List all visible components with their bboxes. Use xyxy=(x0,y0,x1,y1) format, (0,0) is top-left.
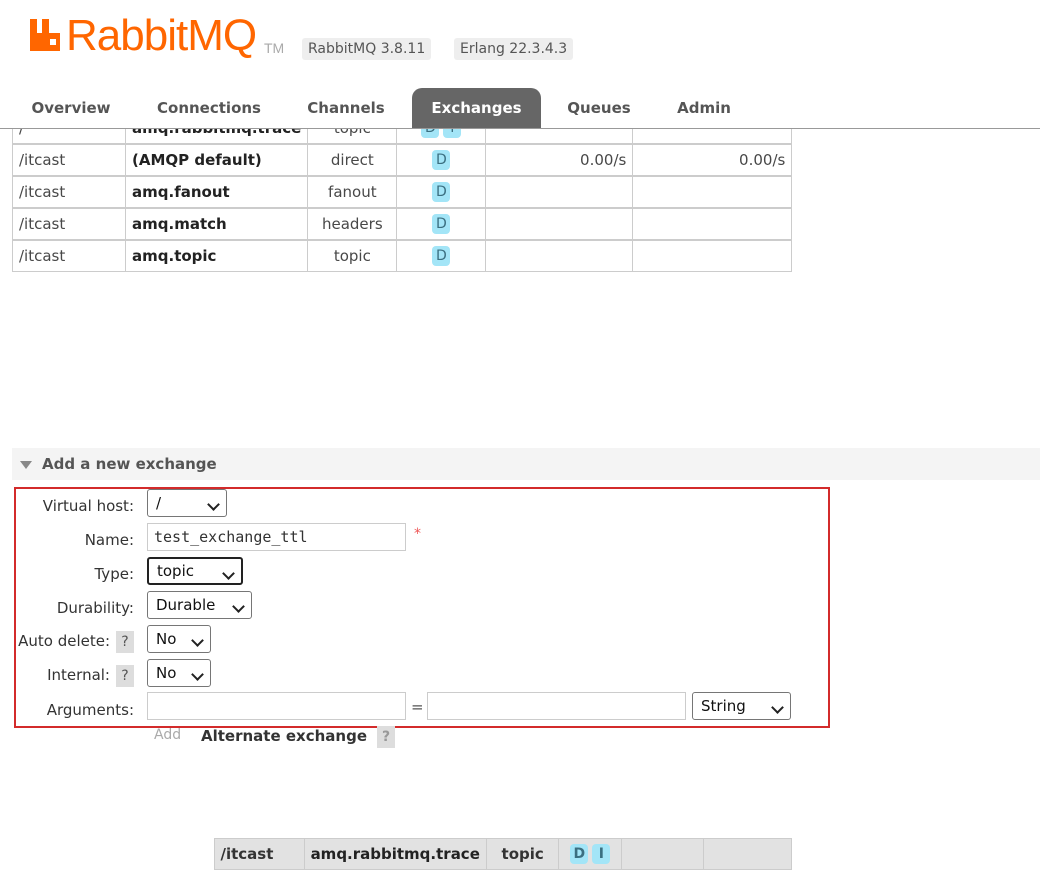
vhost-cell: /itcast xyxy=(12,208,126,240)
vhost-cell: /itcast xyxy=(213,838,305,870)
name-label: Name: xyxy=(84,531,134,549)
alternate-exchange-help-button[interactable]: ? xyxy=(377,726,395,748)
type-select[interactable]: topic xyxy=(147,557,243,585)
internal-select[interactable]: No xyxy=(147,659,211,687)
exchange-name-link[interactable]: amq.topic xyxy=(124,240,309,272)
internal-badge: I xyxy=(592,844,611,864)
type-cell: direct xyxy=(307,144,398,176)
durable-badge: D xyxy=(570,844,589,864)
rabbitmq-logo-icon xyxy=(30,19,60,51)
exchange-name-link[interactable]: (AMQP default) xyxy=(124,144,309,176)
virtual-host-label: Virtual host: xyxy=(42,497,134,515)
durable-badge: D xyxy=(432,182,451,202)
add-argument-link[interactable]: Add xyxy=(154,727,181,743)
main-tabs: Overview Connections Channels Exchanges … xyxy=(0,88,1040,129)
durable-badge: D xyxy=(432,214,451,234)
vhost-cell: /itcast xyxy=(12,176,126,208)
rate-out-cell xyxy=(632,176,793,208)
rate-out-cell: 0.00/s xyxy=(632,144,793,176)
internal-help-button[interactable]: ? xyxy=(116,665,134,687)
durable-badge: D xyxy=(432,150,451,170)
exchange-name-link[interactable]: amq.match xyxy=(124,208,309,240)
chevron-down-icon xyxy=(771,701,784,714)
rate-in-cell: 0.00/s xyxy=(485,144,634,176)
chevron-down-icon xyxy=(191,668,204,681)
features-cell: D xyxy=(396,208,487,240)
collapse-triangle-icon xyxy=(20,460,32,469)
internal-label: Internal:? xyxy=(14,665,134,687)
tab-channels[interactable]: Channels xyxy=(294,88,398,128)
rabbitmq-version-badge: RabbitMQ 3.8.11 xyxy=(302,38,432,60)
rate-in-cell xyxy=(485,240,634,272)
tab-connections[interactable]: Connections xyxy=(142,88,276,128)
rate-in-cell xyxy=(485,208,634,240)
argument-type-select[interactable]: String xyxy=(692,692,791,720)
rate-out-cell xyxy=(702,838,792,870)
durability-select[interactable]: Durable xyxy=(147,591,252,619)
erlang-version-badge: Erlang 22.3.4.3 xyxy=(454,38,574,60)
exchange-name-link[interactable]: amq.fanout xyxy=(124,176,309,208)
name-input[interactable]: test_exchange_ttl xyxy=(147,523,406,551)
equals-sign: = xyxy=(411,698,424,716)
brand-name: RabbitMQ xyxy=(66,11,257,60)
durable-badge: D xyxy=(432,246,451,266)
section-title: Add a new exchange xyxy=(42,455,217,473)
exchanges-table: /amq.matchheadersD/amq.rabbitmq.tracetop… xyxy=(12,112,793,870)
argument-value-input[interactable] xyxy=(427,692,686,720)
exchange-name-link[interactable]: amq.rabbitmq.trace xyxy=(303,838,487,870)
add-exchange-section-header[interactable]: Add a new exchange xyxy=(12,448,1040,480)
arguments-label: Arguments: xyxy=(46,701,134,719)
rate-out-cell xyxy=(632,208,793,240)
tab-admin[interactable]: Admin xyxy=(664,88,744,128)
features-cell: D xyxy=(396,240,487,272)
features-cell: DI xyxy=(558,838,623,870)
type-label: Type: xyxy=(94,565,134,583)
table-row: /itcast amq.topic topic D xyxy=(12,240,793,272)
tab-queues[interactable]: Queues xyxy=(554,88,644,128)
tab-exchanges[interactable]: Exchanges xyxy=(412,88,541,128)
chevron-down-icon xyxy=(191,634,204,647)
table-row: /itcast (AMQP default) direct D 0.00/s 0.00/s xyxy=(12,144,793,176)
auto-delete-help-button[interactable]: ? xyxy=(116,631,134,653)
vhost-cell: /itcast xyxy=(12,240,126,272)
vhost-cell: /itcast xyxy=(12,144,126,176)
chevron-down-icon xyxy=(232,600,245,613)
table-row: /itcast amq.fanout fanout D xyxy=(12,176,793,208)
alternate-exchange-link[interactable]: Alternate exchange? xyxy=(201,726,395,748)
rate-in-cell xyxy=(485,176,634,208)
required-mark: * xyxy=(414,526,421,542)
auto-delete-label: Auto delete:? xyxy=(14,631,134,653)
type-cell: topic xyxy=(485,838,560,870)
chevron-down-icon xyxy=(207,498,220,511)
table-row: /itcast amq.match headers D xyxy=(12,208,793,240)
features-cell: D xyxy=(396,144,487,176)
auto-delete-select[interactable]: No xyxy=(147,625,211,653)
argument-key-input[interactable] xyxy=(147,692,406,720)
type-cell: fanout xyxy=(307,176,398,208)
rate-in-cell xyxy=(621,838,704,870)
features-cell: D xyxy=(396,176,487,208)
table-row: /itcast amq.rabbitmq.trace topic D I xyxy=(213,838,792,870)
tab-overview[interactable]: Overview xyxy=(14,88,128,128)
chevron-down-icon xyxy=(222,567,235,580)
type-cell: topic xyxy=(307,240,398,272)
type-cell: headers xyxy=(307,208,398,240)
durability-label: Durability: xyxy=(56,599,134,617)
virtual-host-select[interactable]: / xyxy=(147,489,227,517)
rate-out-cell xyxy=(632,240,793,272)
trademark: TM xyxy=(264,40,285,56)
